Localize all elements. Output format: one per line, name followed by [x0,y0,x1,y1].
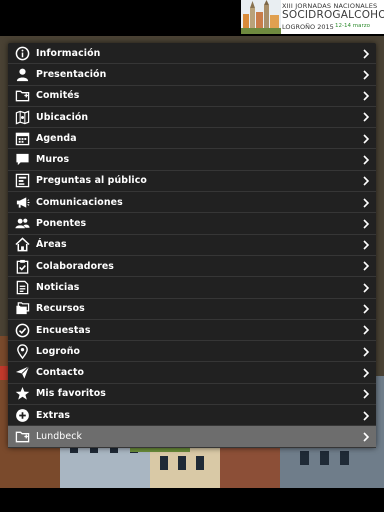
menu-item-label: Muros [36,154,70,166]
chevron-right-icon [360,213,372,234]
menu-item-label: Recursos [36,303,85,315]
menu-item-label: Logroño [36,345,81,357]
event-logo[interactable]: XIII JORNADAS NACIONALES SOCIDROGALCOHOL… [241,0,384,34]
folder-add-icon [8,85,36,106]
chevron-right-icon [360,128,372,149]
menu-item-label: Contacto [36,367,85,379]
menu-item-label: Ponentes [36,218,87,230]
check-circle-icon [8,320,36,341]
person-icon [8,64,36,85]
menu-item-areas[interactable]: Áreas [8,235,376,256]
speakers-icon [8,213,36,234]
chat-bubble-icon [8,149,36,170]
menu-item-label: Comités [36,90,80,102]
chevron-right-icon [360,341,372,362]
menu-item-contacto[interactable]: Contacto [8,362,376,384]
menu-item-label: Presentación [36,68,107,80]
menu-item-preguntas[interactable]: Preguntas al público [8,170,376,193]
chevron-right-icon [360,299,372,320]
menu-item-mis-favoritos[interactable]: Mis favoritos [8,383,376,406]
location-pin-icon [8,341,36,362]
home-icon [8,234,36,255]
folders-icon [8,298,36,319]
cathedral-illustration [241,0,281,34]
menu-item-label: Comunicaciones [36,196,123,208]
news-icon [8,277,36,298]
calendar-icon [8,128,36,149]
menu-item-extras[interactable]: Extras [8,405,376,427]
chevron-right-icon [360,107,372,128]
logo-city-year: LOGROÑO 2015 [282,23,334,31]
star-icon [8,383,36,404]
chevron-right-icon [360,384,372,405]
menu-item-logrono[interactable]: Logroño [8,341,376,363]
menu-item-comites[interactable]: Comités [8,86,376,107]
chevron-right-icon [360,192,372,213]
menu-item-label: Encuestas [36,324,91,336]
chevron-right-icon [360,362,372,383]
menu-item-label: Lundbeck [36,430,82,442]
chevron-right-icon [360,405,372,426]
menu-item-ubicacion[interactable]: Ubicación [8,107,376,129]
info-icon [8,43,36,64]
menu-item-label: Áreas [36,239,67,251]
clipboard-check-icon [8,256,36,277]
menu-item-colaboradores[interactable]: Colaboradores [8,256,376,278]
chevron-right-icon [360,171,372,192]
chevron-right-icon [360,277,372,298]
menu-item-noticias[interactable]: Noticias [8,277,376,299]
menu-item-agenda[interactable]: Agenda [8,128,376,150]
menu-item-label: Información [36,47,101,59]
chevron-right-icon [360,64,372,85]
chevron-right-icon [360,256,372,277]
menu-item-recursos[interactable]: Recursos [8,299,376,320]
poll-icon [8,170,36,191]
menu-item-ponentes[interactable]: Ponentes [8,213,376,235]
menu-item-presentacion[interactable]: Presentación [8,64,376,86]
menu-item-label: Mis favoritos [36,388,106,400]
chevron-right-icon [360,320,372,341]
menu-item-lundbeck[interactable]: Lundbeck [8,426,376,448]
chevron-right-icon [360,86,372,107]
menu-item-encuestas[interactable]: Encuestas [8,320,376,342]
menu-item-label: Ubicación [36,111,89,123]
logo-dates: 12-14 marzo [335,23,370,29]
menu-item-label: Preguntas al público [36,175,147,187]
map-icon [8,107,36,128]
chevron-right-icon [360,426,372,447]
menu-item-muros[interactable]: Muros [8,149,376,171]
chevron-right-icon [360,43,372,64]
menu-item-label: Noticias [36,281,80,293]
menu-item-informacion[interactable]: Información [8,43,376,65]
top-bar: XIII JORNADAS NACIONALES SOCIDROGALCOHOL… [0,0,384,36]
menu-item-comunicaciones[interactable]: Comunicaciones [8,192,376,214]
bottom-bar [0,488,384,512]
menu-item-label: Agenda [36,132,77,144]
megaphone-icon [8,192,36,213]
chevron-right-icon [360,235,372,256]
menu-item-label: Colaboradores [36,260,114,272]
folder-add-icon [8,426,36,447]
side-menu: Información Presentación Comités Ubicaci… [8,43,376,448]
plus-circle-icon [8,405,36,426]
logo-title: SOCIDROGALCOHOL [282,9,384,21]
menu-item-label: Extras [36,409,71,421]
chevron-right-icon [360,149,372,170]
paper-plane-icon [8,362,36,383]
